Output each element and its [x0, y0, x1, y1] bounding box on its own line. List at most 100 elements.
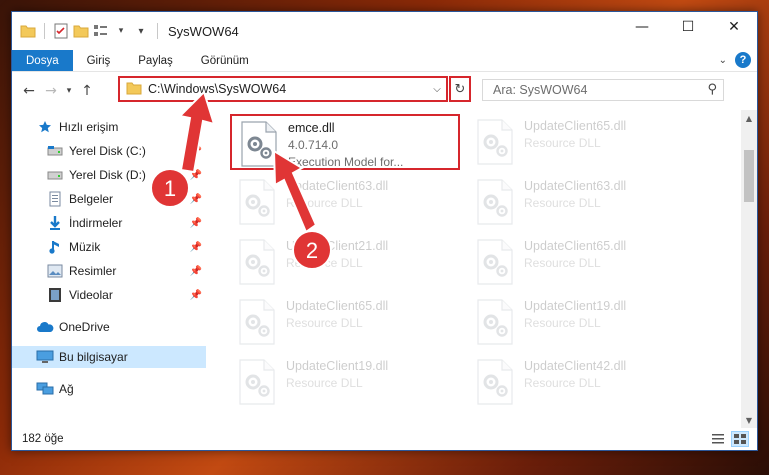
file-tile[interactable]: UpdateClient19.dll Resource DLL — [468, 294, 698, 350]
file-detail: 4.0.714.0 — [288, 138, 339, 152]
pin-icon[interactable]: 📌 — [190, 218, 202, 229]
back-arrow-icon[interactable]: ← — [18, 83, 40, 99]
nav-item-pictures[interactable]: Resimler 📌 — [12, 260, 206, 282]
help-icon[interactable]: ? — [735, 52, 751, 68]
videos-icon — [46, 287, 64, 303]
dll-file-icon — [232, 116, 288, 171]
nav-label: Resimler — [69, 264, 117, 278]
address-row: ← → ▾ ↑ C:\Windows\SysWOW64 ⌵ ↻ Ara: Sys… — [12, 72, 757, 110]
folder-icon[interactable] — [20, 23, 36, 39]
nav-label: Belgeler — [69, 192, 114, 206]
computer-icon — [36, 349, 54, 365]
properties-icon[interactable] — [53, 23, 69, 39]
file-tile[interactable]: UpdateClient65.dll Resource DLL — [468, 234, 698, 290]
title-bar: ▾ ▾ SysWOW64 — ☐ ✕ — [12, 12, 757, 50]
address-bar[interactable]: C:\Windows\SysWOW64 ⌵ — [118, 76, 448, 102]
file-tile[interactable]: UpdateClient65.dll Resource DLL — [230, 294, 460, 350]
drive-icon — [46, 167, 64, 183]
dll-file-icon — [230, 174, 286, 229]
file-tile-emce-dll[interactable]: emce.dll 4.0.714.0 Execution Model for... — [230, 114, 460, 170]
dll-file-icon — [230, 354, 286, 409]
refresh-button[interactable]: ↻ — [449, 76, 471, 102]
file-name: UpdateClient63.dll — [286, 179, 389, 193]
nav-item-downloads[interactable]: İndirmeler 📌 — [12, 212, 206, 234]
file-tile[interactable]: UpdateClient42.dll Resource DLL — [468, 354, 698, 410]
chevron-down-icon[interactable]: ⌵ — [428, 84, 446, 95]
nav-label: Ağ — [59, 382, 74, 396]
vertical-scrollbar[interactable]: ▲ ▼ — [741, 110, 757, 428]
recent-locations-icon[interactable]: ▾ — [62, 86, 76, 96]
refresh-icon: ↻ — [454, 81, 466, 97]
status-bar: 182 öğe — [12, 428, 757, 450]
nav-item-quick-access[interactable]: Hızlı erişim — [12, 116, 206, 138]
nav-item-onedrive[interactable]: OneDrive — [12, 316, 206, 338]
nav-item-local-disk-c[interactable]: Yerel Disk (C:) 📌 — [12, 140, 206, 162]
file-tile[interactable]: UpdateClient65.dll Resource DLL — [468, 114, 698, 170]
file-tile[interactable]: UpdateClient21.dll Resource DLL — [230, 234, 460, 290]
main-area: Hızlı erişim Yerel Disk (C:) 📌 Yerel Dis… — [12, 110, 757, 428]
nav-item-music[interactable]: Müzik 📌 — [12, 236, 206, 258]
nav-item-videos[interactable]: Videolar 📌 — [12, 284, 206, 306]
scroll-down-icon[interactable]: ▼ — [741, 412, 757, 428]
nav-item-documents[interactable]: Belgeler 📌 — [12, 188, 206, 210]
nav-label: OneDrive — [59, 320, 110, 334]
file-detail: Resource DLL — [286, 376, 363, 390]
dll-file-icon — [468, 234, 524, 289]
file-tile[interactable]: UpdateClient19.dll Resource DLL — [230, 354, 460, 410]
customize-toolbar-icon[interactable]: ▾ — [133, 23, 149, 39]
drive-icon — [46, 143, 64, 159]
tab-share[interactable]: Paylaş — [124, 50, 187, 71]
star-icon — [36, 119, 54, 135]
file-detail: Resource DLL — [286, 196, 363, 210]
nav-label: Yerel Disk (D:) — [69, 168, 146, 182]
nav-label: Videolar — [69, 288, 113, 302]
maximize-button[interactable]: ☐ — [665, 12, 711, 42]
view-options-icon[interactable] — [93, 23, 109, 39]
minimize-button[interactable]: — — [619, 12, 665, 42]
address-path[interactable]: C:\Windows\SysWOW64 — [148, 82, 428, 96]
pin-icon[interactable]: 📌 — [190, 146, 202, 157]
music-icon — [46, 239, 64, 255]
expand-ribbon-icon[interactable]: ⌄ — [719, 55, 727, 66]
file-name: emce.dll — [288, 121, 335, 135]
tab-file[interactable]: Dosya — [12, 50, 73, 71]
tab-view[interactable]: Görünüm — [187, 50, 263, 71]
file-tile[interactable]: UpdateClient63.dll Resource DLL — [468, 174, 698, 230]
file-tile[interactable]: UpdateClient63.dll Resource DLL — [230, 174, 460, 230]
quick-access-toolbar: ▾ ▾ — [20, 23, 162, 39]
navigation-pane: Hızlı erişim Yerel Disk (C:) 📌 Yerel Dis… — [12, 110, 206, 428]
nav-item-this-pc[interactable]: Bu bilgisayar — [12, 346, 206, 368]
search-input[interactable]: Ara: SysWOW64 ⚲ — [482, 79, 724, 101]
file-list: emce.dll 4.0.714.0 Execution Model for... U… — [208, 110, 741, 428]
window-controls: — ☐ ✕ — [619, 12, 757, 42]
forward-arrow-icon[interactable]: → — [40, 83, 62, 99]
dll-file-icon — [468, 174, 524, 229]
ribbon-tabs: Dosya Giriş Paylaş Görünüm ⌄ ? — [12, 50, 757, 72]
chevron-down-icon[interactable]: ▾ — [113, 23, 129, 39]
pin-icon[interactable]: 📌 — [190, 242, 202, 253]
scroll-thumb[interactable] — [744, 150, 754, 202]
tab-home[interactable]: Giriş — [73, 50, 125, 71]
dll-file-icon — [468, 354, 524, 409]
pin-icon[interactable]: 📌 — [190, 194, 202, 205]
new-folder-icon[interactable] — [73, 23, 89, 39]
file-detail: Resource DLL — [524, 196, 601, 210]
tiles-view-icon[interactable] — [731, 431, 749, 447]
file-name: UpdateClient19.dll — [286, 359, 389, 373]
cloud-icon — [36, 319, 54, 335]
search-placeholder: Ara: SysWOW64 — [493, 83, 588, 97]
documents-icon — [46, 191, 64, 207]
pin-icon[interactable]: 📌 — [190, 266, 202, 277]
nav-label: Hızlı erişim — [59, 120, 119, 134]
scroll-up-icon[interactable]: ▲ — [741, 110, 757, 126]
pin-icon[interactable]: 📌 — [190, 290, 202, 301]
nav-item-local-disk-d[interactable]: Yerel Disk (D:) 📌 — [12, 164, 206, 186]
window-title: SysWOW64 — [168, 23, 239, 39]
close-button[interactable]: ✕ — [711, 12, 757, 42]
nav-item-network[interactable]: Ağ — [12, 378, 206, 400]
file-name: UpdateClient65.dll — [524, 239, 627, 253]
details-view-icon[interactable] — [709, 431, 727, 447]
up-arrow-icon[interactable]: ↑ — [76, 83, 98, 99]
pin-icon[interactable]: 📌 — [190, 170, 202, 181]
file-detail: Resource DLL — [286, 316, 363, 330]
